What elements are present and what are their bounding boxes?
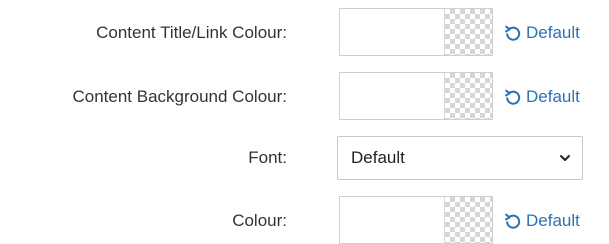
font-select[interactable]: Default — [337, 136, 583, 180]
content-background-colour-reset-button[interactable]: Default — [504, 87, 580, 107]
content-title-link-colour-picker[interactable] — [339, 8, 493, 56]
undo-arrow-icon — [504, 212, 522, 230]
color-preview — [340, 9, 444, 55]
reset-label: Default — [526, 23, 580, 42]
row-font: Font: Default — [0, 135, 609, 181]
colour-reset-button[interactable]: Default — [504, 211, 580, 231]
content-background-colour-picker[interactable] — [339, 72, 493, 120]
font-label: Font: — [248, 148, 287, 167]
colour-picker[interactable] — [339, 196, 493, 244]
color-preview — [340, 197, 444, 243]
reset-label: Default — [526, 87, 580, 106]
undo-arrow-icon — [504, 24, 522, 42]
content-background-colour-label: Content Background Colour: — [72, 87, 287, 106]
transparency-checker — [444, 197, 492, 243]
row-colour: Colour: Default — [0, 196, 609, 244]
color-preview — [340, 73, 444, 119]
content-title-link-colour-reset-button[interactable]: Default — [504, 23, 580, 43]
chevron-down-icon — [558, 151, 572, 165]
reset-label: Default — [526, 211, 580, 230]
content-title-link-colour-label: Content Title/Link Colour: — [96, 23, 287, 42]
appearance-settings-panel: Content Title/Link Colour: Default Conte… — [0, 0, 609, 244]
row-content-title-link-colour: Content Title/Link Colour: Default — [0, 8, 609, 58]
transparency-checker — [444, 9, 492, 55]
undo-arrow-icon — [504, 88, 522, 106]
colour-label: Colour: — [232, 211, 287, 230]
font-select-value: Default — [351, 148, 405, 167]
transparency-checker — [444, 73, 492, 119]
row-content-background-colour: Content Background Colour: Default — [0, 72, 609, 122]
